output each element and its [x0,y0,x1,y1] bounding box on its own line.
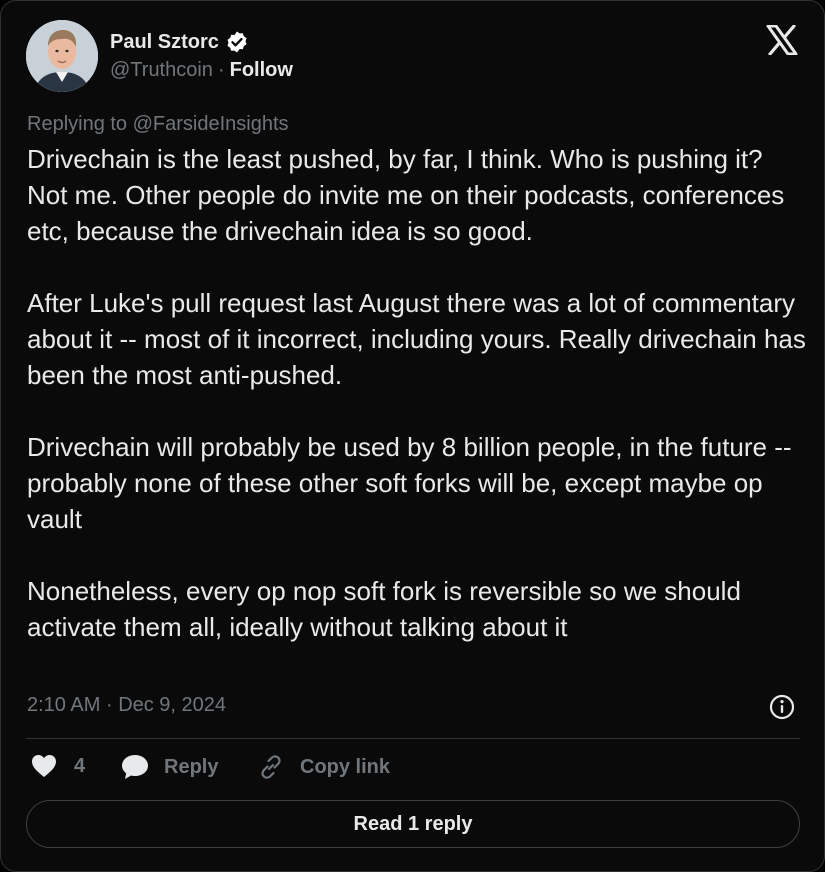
divider [26,738,800,739]
tweet-paragraph: Drivechain is the least pushed, by far, … [27,144,785,246]
author-name-row: Paul Sztorc [110,30,249,54]
link-icon [257,753,285,781]
x-logo-icon[interactable] [766,24,798,56]
tweet-paragraph: After Luke's pull request last August th… [27,288,806,390]
handle-separator: · [217,59,225,81]
info-icon[interactable] [768,693,796,721]
copy-link-button[interactable]: Copy link [257,753,390,781]
tweet-paragraph: Drivechain will probably be used by 8 bi… [27,432,792,534]
tweet-card: Paul Sztorc @Truthcoin · Follow Replying… [0,0,825,872]
like-count: 4 [74,754,86,777]
author-name[interactable]: Paul Sztorc [110,31,219,54]
replying-prefix: Replying to [27,113,128,135]
reply-label: Reply [164,755,219,778]
replying-to: Replying to @FarsideInsights [27,113,289,136]
reply-button[interactable]: Reply [120,753,218,781]
replying-to-handle[interactable]: @FarsideInsights [133,113,289,135]
follow-button[interactable]: Follow [230,59,293,82]
read-replies-button[interactable]: Read 1 reply [26,800,800,848]
tweet-text: Drivechain is the least pushed, by far, … [27,141,807,645]
tweet-time: 2:10 AM [27,694,101,716]
tweet-date: Dec 9, 2024 [118,694,227,716]
author-handle-row: @Truthcoin · Follow [110,59,293,82]
author-handle[interactable]: @Truthcoin [110,59,213,82]
verified-badge-icon [225,30,249,54]
tweet-paragraph: Nonetheless, every op nop soft fork is r… [27,576,741,642]
copy-link-label: Copy link [300,755,391,778]
like-button[interactable]: 4 [30,753,85,779]
tweet-timestamp[interactable]: 2:10 AM · Dec 9, 2024 [27,694,226,717]
timestamp-separator: · [105,694,113,716]
reply-icon [120,753,150,781]
heart-icon [30,753,58,779]
avatar-photo [26,20,98,92]
avatar[interactable] [26,20,98,92]
